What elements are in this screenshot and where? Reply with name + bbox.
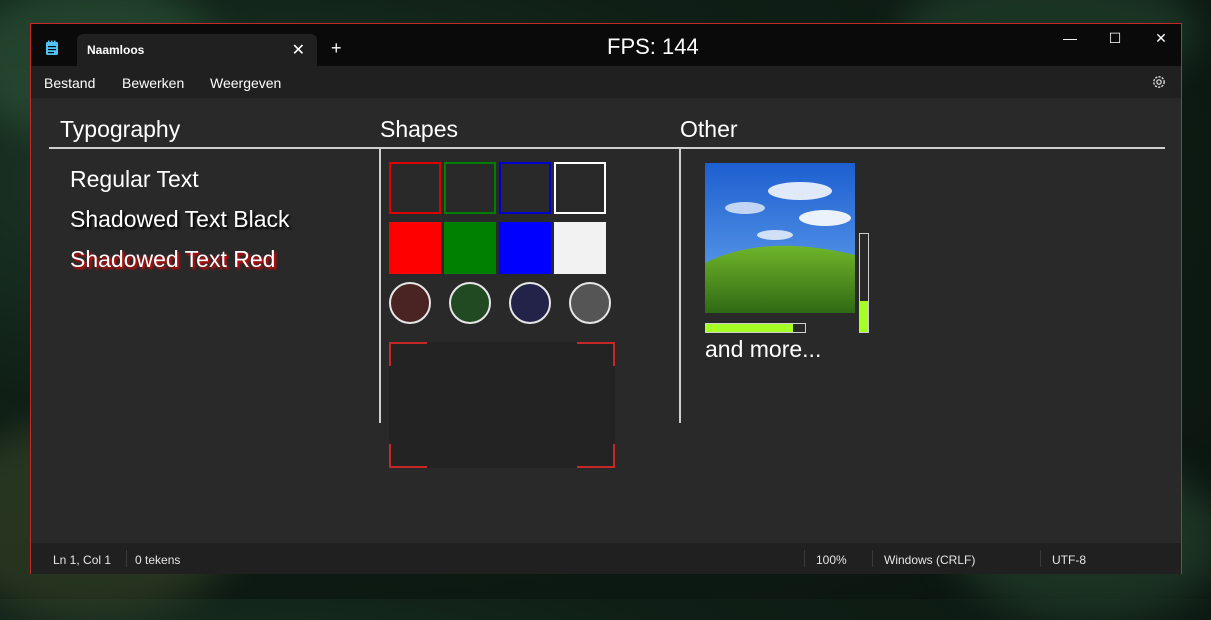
maximize-button[interactable]: ☐ xyxy=(1100,30,1130,47)
content-area: Typography Shapes Other Regular Text Sha… xyxy=(31,98,1181,543)
circle-green xyxy=(449,282,491,324)
outline-square-green xyxy=(444,162,496,214)
status-separator xyxy=(872,550,873,567)
status-bar: Ln 1, Col 1 0 tekens 100% Windows (CRLF)… xyxy=(31,543,1181,574)
cursor-position: Ln 1, Col 1 xyxy=(53,553,112,567)
tab-title: Naamloos xyxy=(87,43,145,57)
and-more-text: and more... xyxy=(705,336,822,362)
circle-red xyxy=(389,282,431,324)
corner-bracket xyxy=(389,342,427,366)
line-endings: Windows (CRLF) xyxy=(884,553,976,567)
close-window-button[interactable]: ✕ xyxy=(1146,30,1176,47)
fps-counter: FPS: 144 xyxy=(607,34,699,59)
outline-square-white xyxy=(554,162,606,214)
new-tab-button[interactable]: + xyxy=(331,38,342,59)
horizontal-progress-fill xyxy=(706,324,794,332)
filled-square-red xyxy=(389,222,441,274)
vertical-progress-bar xyxy=(859,233,869,333)
notepad-icon xyxy=(46,40,58,55)
corner-bracket xyxy=(577,342,615,366)
outline-square-blue xyxy=(499,162,551,214)
status-separator xyxy=(804,550,805,567)
corner-bracket xyxy=(389,444,427,468)
column-divider xyxy=(679,149,681,423)
zoom-level: 100% xyxy=(816,553,847,567)
other-heading: Other xyxy=(680,116,738,142)
corner-bracket xyxy=(577,444,615,468)
menu-weergeven[interactable]: Weergeven xyxy=(210,75,281,91)
horizontal-progress-bar xyxy=(705,323,806,333)
status-separator xyxy=(126,550,127,567)
menu-bewerken[interactable]: Bewerken xyxy=(122,75,184,91)
regular-text: Regular Text xyxy=(70,166,199,192)
header-divider xyxy=(49,147,1165,149)
circle-blue xyxy=(509,282,551,324)
circle-gray xyxy=(569,282,611,324)
tab-close-icon[interactable]: ✕ xyxy=(292,40,305,60)
corner-bracket-box xyxy=(389,342,615,468)
shadowed-text-red: Shadowed Text Red xyxy=(70,246,276,272)
menu-bar: Bestand Bewerken Weergeven xyxy=(31,66,1181,98)
bliss-landscape-image xyxy=(705,163,855,313)
minimize-button[interactable]: — xyxy=(1055,30,1085,46)
title-bar: Naamloos ✕ + FPS: 144 — ☐ ✕ xyxy=(31,24,1181,66)
filled-square-white xyxy=(554,222,606,274)
tab-document[interactable]: Naamloos ✕ xyxy=(77,34,317,66)
encoding: UTF-8 xyxy=(1052,553,1086,567)
column-divider xyxy=(379,149,381,423)
character-count: 0 tekens xyxy=(135,553,181,567)
filled-square-green xyxy=(444,222,496,274)
outline-square-red xyxy=(389,162,441,214)
menu-bestand[interactable]: Bestand xyxy=(44,75,95,91)
vertical-progress-fill xyxy=(860,300,868,332)
filled-square-blue xyxy=(499,222,551,274)
typography-heading: Typography xyxy=(60,116,181,142)
shapes-heading: Shapes xyxy=(380,116,459,142)
app-window: Naamloos ✕ + FPS: 144 — ☐ ✕ Bestand Bewe… xyxy=(30,23,1182,574)
gear-icon[interactable] xyxy=(1151,74,1167,90)
shadowed-text-black: Shadowed Text Black xyxy=(70,206,290,232)
status-separator xyxy=(1040,550,1041,567)
